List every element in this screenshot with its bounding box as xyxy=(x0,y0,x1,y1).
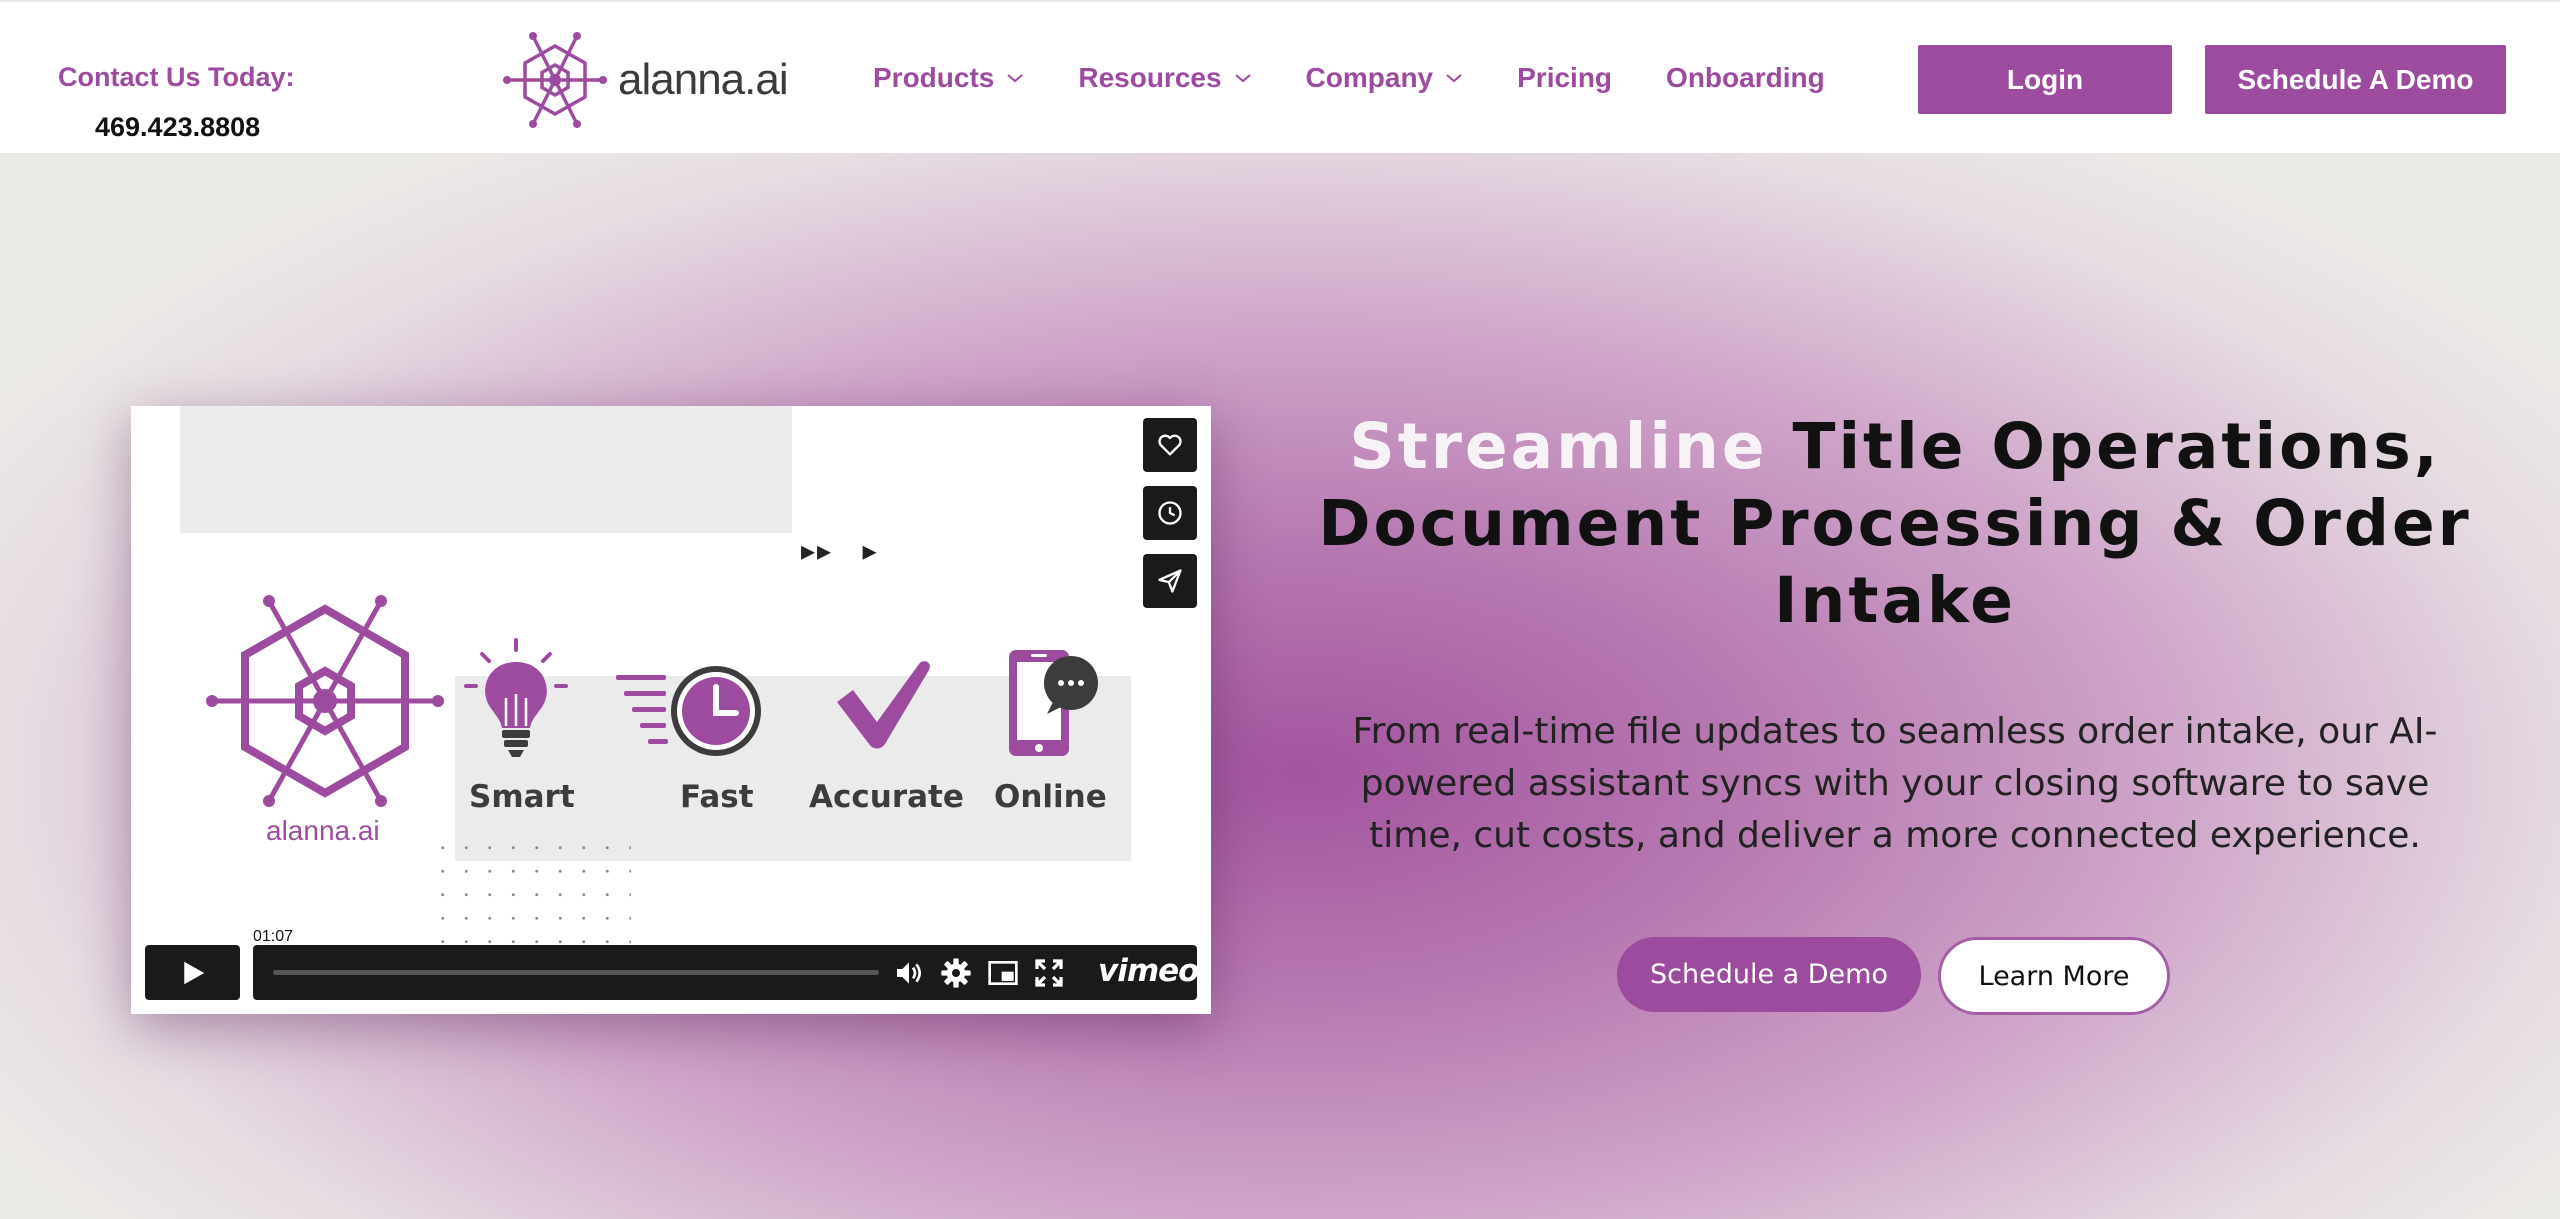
nav-products-label: Products xyxy=(873,62,995,93)
feature-accurate: Accurate xyxy=(809,779,964,815)
nav-company[interactable]: Company xyxy=(1306,62,1464,94)
site-logo[interactable]: alanna.ai xyxy=(500,30,789,130)
share-button[interactable] xyxy=(1143,554,1197,608)
nav-company-label: Company xyxy=(1305,62,1434,93)
video-control-bar: vimeo xyxy=(253,945,1199,1000)
logo-mark-icon xyxy=(503,32,607,128)
chevron-down-icon xyxy=(1446,74,1462,83)
nav-onboarding-label: Onboarding xyxy=(1666,62,1825,93)
chevron-down-icon xyxy=(1007,74,1024,83)
hero-headline: Streamline Title Operations, Document Pr… xyxy=(1305,408,2485,639)
fullscreen-icon[interactable] xyxy=(1033,957,1065,989)
fast-clock-icon xyxy=(616,666,761,756)
hero-subtext: From real-time file updates to seamless … xyxy=(1352,711,2438,856)
feature-online: Online xyxy=(994,779,1107,815)
send-icon xyxy=(1158,569,1182,593)
nav-onboarding[interactable]: Onboarding xyxy=(1666,62,1825,94)
nav-resources[interactable]: Resources xyxy=(1078,62,1251,94)
lightbulb-icon xyxy=(464,638,568,757)
volume-icon[interactable] xyxy=(893,957,925,989)
dot-pattern xyxy=(431,836,631,956)
play-button[interactable] xyxy=(145,945,240,1000)
headline-accent: Streamline xyxy=(1349,410,1768,483)
nav-products[interactable]: Products xyxy=(873,62,1024,94)
nav-pricing-label: Pricing xyxy=(1517,62,1613,93)
hero-schedule-demo-button[interactable]: Schedule a Demo xyxy=(1617,937,1921,1012)
nav-resources-label: Resources xyxy=(1078,62,1222,93)
feature-smart: Smart xyxy=(469,779,575,815)
main-nav: Products Resources Company Pricing Onboa… xyxy=(873,58,1825,98)
video-title-placeholder xyxy=(180,406,792,533)
phone-chat-icon xyxy=(1009,650,1098,756)
watch-later-button[interactable] xyxy=(1143,486,1197,540)
like-button[interactable] xyxy=(1143,418,1197,472)
learn-more-button[interactable]: Learn More xyxy=(1938,937,2170,1015)
contact-block: Contact Us Today: 469.423.8808 xyxy=(58,62,295,142)
settings-icon[interactable] xyxy=(940,957,972,989)
vimeo-logo[interactable]: vimeo xyxy=(1098,953,1199,989)
nav-pricing[interactable]: Pricing xyxy=(1517,62,1612,94)
checkmark-icon xyxy=(837,661,930,749)
fast-forward-arrows-icon: ▸▸ ▸ xyxy=(801,535,879,566)
chevron-down-icon xyxy=(1234,74,1251,83)
video-player[interactable]: ▸▸ ▸ alanna.ai Smart Fast Accurate Onlin… xyxy=(131,406,1211,1014)
contact-phone[interactable]: 469.423.8808 xyxy=(95,112,260,143)
clock-icon xyxy=(1158,501,1182,525)
hero-section: ▸▸ ▸ alanna.ai Smart Fast Accurate Onlin… xyxy=(0,153,2560,1219)
contact-label: Contact Us Today: xyxy=(58,62,295,92)
alanna-logo-icon xyxy=(206,595,444,807)
logo-text: alanna.ai xyxy=(618,55,789,104)
heart-icon xyxy=(1158,434,1182,456)
progress-bar[interactable] xyxy=(273,970,879,975)
schedule-demo-button[interactable]: Schedule A Demo xyxy=(2205,45,2506,114)
pip-icon[interactable] xyxy=(987,957,1019,989)
video-brand-text: alanna.ai xyxy=(266,815,380,846)
play-icon xyxy=(183,961,204,984)
login-button[interactable]: Login xyxy=(1918,45,2172,114)
feature-fast: Fast xyxy=(680,779,754,815)
site-header: Contact Us Today: 469.423.8808 alanna.ai… xyxy=(0,0,2560,153)
